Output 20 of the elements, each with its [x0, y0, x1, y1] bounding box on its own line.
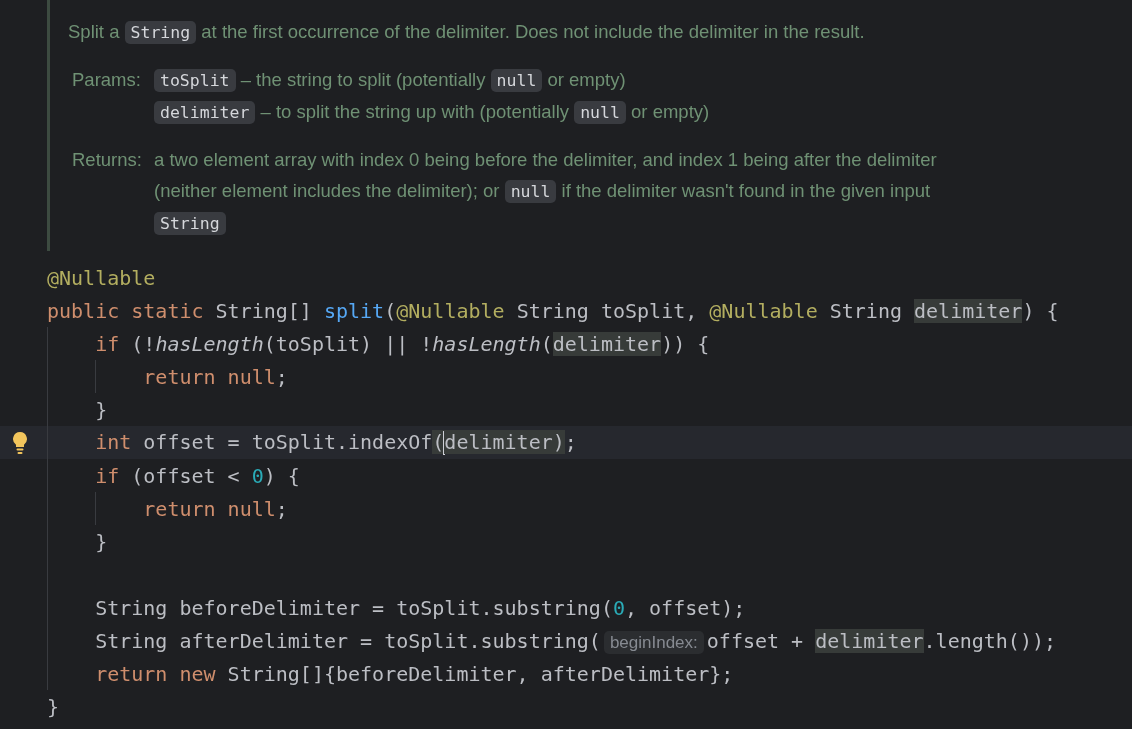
code-line: @Nullable [47, 265, 156, 290]
code-line: public static String[] split(@Nullable String toSplit, @Nullable String delimiter) { [47, 298, 1059, 323]
doc-description: delimiter – to split the string up with (potentially null or empty) [154, 96, 974, 128]
code-line: } [95, 529, 108, 554]
code-line: return new String[]{beforeDelimiter, afterDelimiter}; [95, 661, 734, 686]
doc-section-label: Params: [72, 68, 142, 92]
code-line: } [95, 397, 108, 422]
code-line: int offset = toSplit.indexOf(delimiter); [95, 429, 577, 456]
code-line: } [47, 694, 60, 719]
doc-description: toSplit – the string to split (potentially null or empty) [154, 64, 974, 96]
code-line: return null; [143, 364, 288, 389]
code-line: String afterDelimiter = toSplit.substring( beginIndex: offset + delimiter.length()); [95, 628, 1056, 653]
doc-section-label: Returns: [72, 148, 143, 172]
doc-description: a two element array with index 0 being before the delimiter, and index 1 being after the delimiter (neither element includes the delimiter); or null if the delimiter wasn't found in the given input String [154, 148, 938, 237]
lightbulb-icon[interactable] [11, 430, 28, 455]
doc-summary: Split a String at the first occurrence of the delimiter. Does not include the delimiter in the result. [68, 20, 866, 46]
code-line: String beforeDelimiter = toSplit.substring(0, offset); [95, 595, 746, 620]
code-line: if (offset < 0) { [95, 463, 300, 488]
code-line: return null; [143, 496, 288, 521]
code-line: if (!hasLength(toSplit) || !hasLength(delimiter)) { [95, 331, 710, 356]
